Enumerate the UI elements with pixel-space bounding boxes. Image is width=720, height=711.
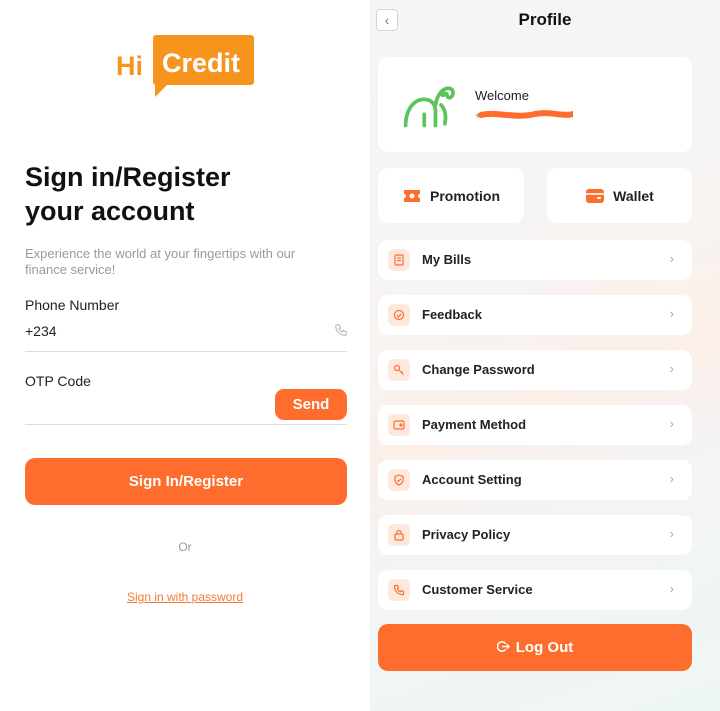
logo-bubble: Credit xyxy=(153,35,254,97)
title-line-2: your account xyxy=(25,196,195,226)
wallet-button[interactable]: Wallet xyxy=(547,168,692,223)
welcome-text: Welcome xyxy=(475,88,529,103)
phone-underline xyxy=(25,351,347,352)
wallet-label: Wallet xyxy=(613,187,654,204)
or-divider-text: Or xyxy=(178,540,192,554)
wallet-icon xyxy=(586,188,605,203)
otp-code-input[interactable] xyxy=(25,395,265,419)
menu-item-change-password[interactable]: Change Password › xyxy=(378,350,692,390)
promotion-button[interactable]: Promotion xyxy=(378,168,524,223)
bill-icon xyxy=(388,249,410,271)
key-icon xyxy=(388,359,410,381)
chevron-right-icon: › xyxy=(669,526,674,541)
log-out-button[interactable]: Log Out xyxy=(378,624,692,671)
menu-item-payment-method[interactable]: Payment Method › xyxy=(378,405,692,445)
page-title: Sign in/Register your account xyxy=(25,160,345,228)
otp-underline xyxy=(25,424,347,425)
profile-title: Profile xyxy=(518,10,572,29)
menu-item-customer-service[interactable]: Customer Service › xyxy=(378,570,692,610)
chevron-right-icon: › xyxy=(669,361,674,376)
hi-credit-logo: Hi Credit xyxy=(116,35,256,97)
card-icon xyxy=(388,414,410,436)
shield-icon xyxy=(388,469,410,491)
menu-item-feedback[interactable]: Feedback › xyxy=(378,295,692,335)
ticket-icon xyxy=(404,189,420,202)
chevron-right-icon: › xyxy=(669,581,674,596)
sign-in-with-password-link: Sign in with password xyxy=(0,590,370,604)
menu-item-account-setting[interactable]: Account Setting › xyxy=(378,460,692,500)
menu-item-label: Account Setting xyxy=(422,472,522,487)
profile-screen: ‹ Profile Welcome + Promotion Wallet My … xyxy=(370,0,720,711)
lock-icon xyxy=(388,524,410,546)
sign-in-register-button[interactable]: Sign In/Register xyxy=(25,458,347,505)
welcome-card: Welcome + xyxy=(378,57,692,152)
title-line-1: Sign in/Register xyxy=(25,162,231,192)
logo-credit-text: Credit xyxy=(162,48,241,78)
menu-item-label: Customer Service xyxy=(422,582,533,597)
otp-code-label: OTP Code xyxy=(25,373,91,389)
page-subtitle: Experience the world at your fingertips … xyxy=(25,246,296,277)
menu-item-label: Feedback xyxy=(422,307,482,322)
send-otp-button[interactable]: Send xyxy=(275,389,347,420)
chevron-right-icon: › xyxy=(669,416,674,431)
log-out-label: Log Out xyxy=(515,639,574,656)
logout-icon xyxy=(496,641,510,652)
feedback-icon xyxy=(388,304,410,326)
elephant-icon xyxy=(403,86,455,128)
chevron-right-icon: › xyxy=(669,306,674,321)
menu-item-my-bills[interactable]: My Bills › xyxy=(378,240,692,280)
login-screen: Hi Credit Sign in/Register your account … xyxy=(0,0,370,711)
menu-item-label: Privacy Policy xyxy=(422,527,511,542)
chevron-right-icon: › xyxy=(669,251,674,266)
phone-icon xyxy=(388,579,410,601)
phone-icon xyxy=(335,324,347,336)
menu-item-label: My Bills xyxy=(422,252,472,267)
menu-item-privacy-policy[interactable]: Privacy Policy › xyxy=(378,515,692,555)
chevron-right-icon: › xyxy=(669,471,674,486)
menu-item-label: Payment Method xyxy=(422,417,527,432)
sign-in-with-password-link-text[interactable]: Sign in with password xyxy=(127,590,243,604)
menu-item-label: Change Password xyxy=(422,362,535,377)
logo-hi-text: Hi xyxy=(116,51,143,81)
phone-number-label: Phone Number xyxy=(25,297,120,313)
promotion-label: Promotion xyxy=(430,187,500,204)
phone-number-input[interactable]: +234 xyxy=(25,323,57,339)
redacted-phone-number: + xyxy=(475,110,573,121)
